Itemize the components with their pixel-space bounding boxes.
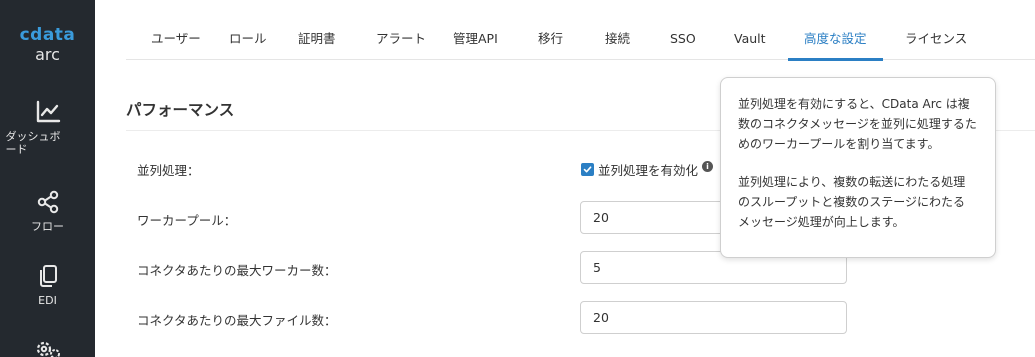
tab-vault[interactable]: Vault: [734, 20, 766, 60]
tab-connection[interactable]: 接続: [605, 20, 630, 60]
parallel-processing-label: 並列処理：: [137, 163, 200, 178]
logo-wordmark: cdata: [19, 25, 76, 45]
documents-icon: [39, 265, 57, 287]
logo-product: arc: [35, 45, 60, 64]
settings-tabs: ユーザー ロール 証明書 アラート 管理API 移行 接続 SSO Vault …: [126, 20, 1035, 61]
tab-certificates[interactable]: 証明書: [298, 20, 336, 60]
share-nodes-icon: [37, 190, 58, 214]
sidebar-item-label: ダッシュボード: [5, 130, 61, 156]
max-files-label: コネクタあたりの最大ファイル数：: [137, 313, 337, 328]
checkbox-checked-icon[interactable]: [581, 163, 594, 176]
sidebar-item-settings[interactable]: [0, 338, 95, 357]
sidebar: cdata arc ダッシュボード フロー EDI: [0, 0, 95, 357]
worker-pool-label: ワーカープール：: [137, 213, 237, 228]
sidebar-item-label: フロー: [31, 220, 64, 233]
tab-migration[interactable]: 移行: [538, 20, 563, 60]
tab-admin-api[interactable]: 管理API: [453, 20, 498, 60]
tooltip-paragraph: 並列処理を有効にすると、CData Arc は複数のコネクタメッセージを並列に処…: [738, 97, 977, 151]
logo[interactable]: cdata arc: [0, 26, 95, 65]
tab-sso[interactable]: SSO: [670, 20, 696, 60]
sidebar-item-flow[interactable]: フロー: [0, 190, 95, 233]
tab-advanced-settings[interactable]: 高度な設定: [788, 20, 882, 61]
gears-icon: [36, 341, 60, 357]
parallel-processing-tooltip: 並列処理を有効にすると、CData Arc は複数のコネクタメッセージを並列に処…: [720, 77, 996, 258]
sidebar-item-edi[interactable]: EDI: [0, 264, 95, 307]
tab-roles[interactable]: ロール: [229, 20, 267, 60]
section-title: パフォーマンス: [126, 101, 235, 119]
max-workers-label: コネクタあたりの最大ワーカー数：: [137, 263, 337, 278]
sidebar-item-dashboard[interactable]: ダッシュボード: [0, 100, 95, 156]
parallel-processing-checkbox-label[interactable]: 並列処理を有効化: [598, 160, 698, 179]
tab-users[interactable]: ユーザー: [151, 20, 201, 60]
info-icon[interactable]: i: [702, 161, 714, 172]
tab-license[interactable]: ライセンス: [905, 20, 967, 60]
parallel-processing-checkbox[interactable]: 並列処理を有効化 i: [581, 160, 714, 179]
sidebar-item-label: EDI: [38, 294, 57, 307]
tab-alerts[interactable]: アラート: [376, 20, 426, 60]
max-files-input[interactable]: 20: [580, 301, 847, 334]
tooltip-paragraph: 並列処理により、複数の転送にわたる処理のスループットと複数のステージにわたるメッ…: [738, 175, 966, 229]
chart-line-icon: [36, 100, 60, 123]
